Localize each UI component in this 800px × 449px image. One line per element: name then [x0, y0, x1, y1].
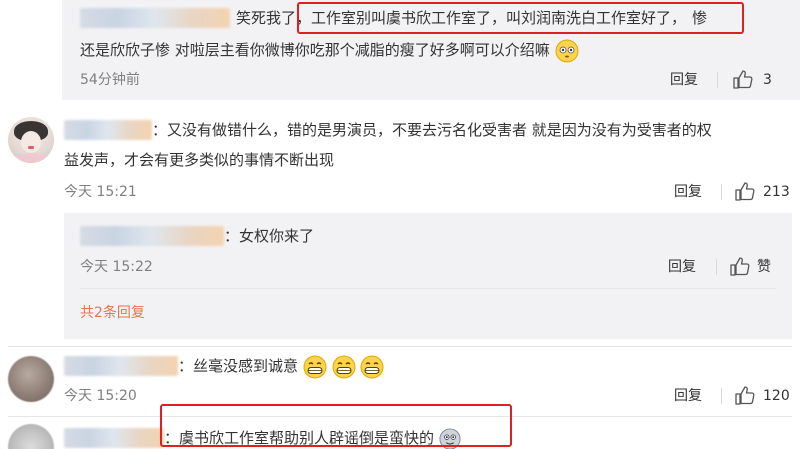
comment3-text: ：丝毫没感到诚意	[178, 357, 299, 375]
comment2-text-line2: 益发声，才会有更多类似的事情不断出现	[64, 151, 335, 169]
comment4-username[interactable]	[64, 428, 164, 448]
divider	[716, 259, 717, 275]
comment2-like-count: 213	[763, 184, 790, 200]
thumbs-up-icon[interactable]	[729, 256, 751, 276]
comment1-like-count: 3	[763, 72, 772, 88]
comment2-reply-button[interactable]: 回复	[674, 182, 702, 202]
divider	[80, 288, 776, 289]
avatar[interactable]	[8, 356, 54, 402]
thumbs-up-icon[interactable]	[734, 385, 756, 405]
divider	[717, 72, 718, 88]
divider	[721, 388, 722, 404]
face-emoji-icon	[555, 39, 579, 62]
highlight-box-2	[160, 404, 512, 447]
thumbs-up-icon[interactable]	[732, 69, 754, 89]
divider	[8, 346, 792, 347]
sub-reply-like-button[interactable]: 赞	[757, 257, 771, 277]
comment3-reply-button[interactable]: 回复	[674, 386, 702, 406]
comment1-text-line2: 还是欣欣子惨 对啦层主看你微博你吃那个减脂的瘦了好多啊可以介绍嘛	[80, 36, 579, 64]
sub-reply-text: ：女权你来了	[224, 227, 315, 245]
avatar[interactable]	[8, 117, 54, 163]
sub-reply-timestamp: 今天 15:22	[80, 259, 153, 275]
comment3-username[interactable]	[64, 356, 178, 376]
grin-emoji-icon	[360, 355, 384, 378]
comment1-text-line2-content: 还是欣欣子惨 对啦层主看你微博你吃那个减脂的瘦了好多啊可以介绍嘛	[80, 41, 550, 59]
comment1-username[interactable]	[80, 8, 230, 28]
comment2-text-line1: ：又没有做错什么，错的是男演员，不要去污名化受害者 就是因为没有为受害者的权	[152, 121, 712, 139]
comment1-timestamp: 54分钟前	[80, 72, 140, 88]
comment3-like-count: 120	[763, 388, 790, 404]
comment3-text-row: ：丝毫没感到诚意	[178, 352, 384, 380]
sub-reply-reply-button[interactable]: 回复	[668, 257, 696, 277]
comment1-reply-button[interactable]: 回复	[670, 70, 698, 90]
divider	[721, 184, 722, 200]
sub-reply-username[interactable]	[80, 226, 224, 246]
grin-emoji-icon	[303, 355, 327, 378]
thumbs-up-icon[interactable]	[734, 181, 756, 201]
avatar[interactable]	[8, 424, 54, 449]
comment2-username[interactable]	[64, 120, 152, 140]
comment3-timestamp: 今天 15:20	[64, 388, 137, 404]
comment2-timestamp: 今天 15:21	[64, 184, 137, 200]
view-more-replies-link[interactable]: 共2条回复	[80, 303, 145, 323]
grin-emoji-icon	[332, 355, 356, 378]
highlight-box-1	[297, 2, 744, 34]
